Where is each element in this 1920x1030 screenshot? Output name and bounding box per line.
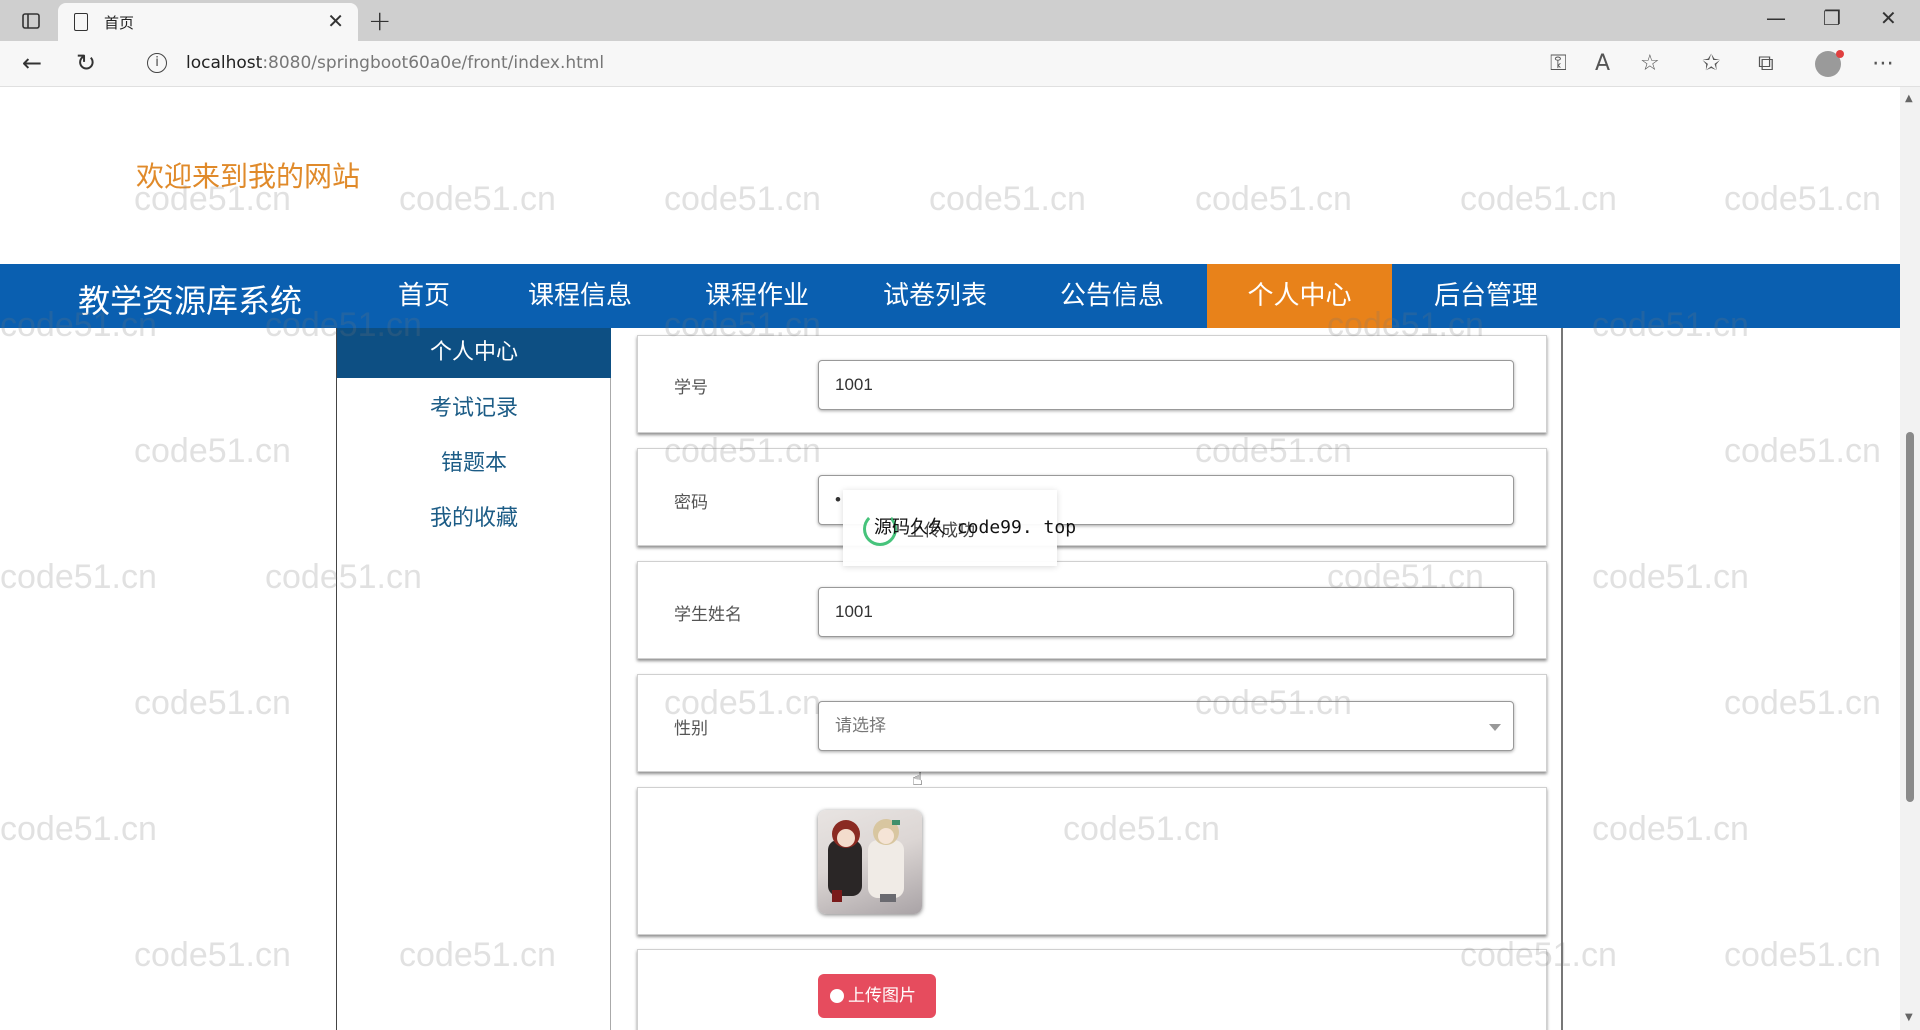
url-host: localhost — [186, 53, 263, 73]
restore-icon[interactable]: ❐ — [1823, 6, 1841, 30]
name-input[interactable]: 1001 — [818, 587, 1514, 637]
form-row-password: 密码 • — [637, 448, 1547, 546]
watermark: code51.cn — [0, 87, 157, 95]
tab-actions-icon[interactable] — [14, 8, 48, 34]
watermark: code51.cn — [1195, 180, 1352, 218]
tab-title: 首页 — [104, 14, 135, 32]
favorites-icon[interactable]: ✩ — [1702, 51, 1720, 76]
watermark-overlay-text: 源码久久 code99. top — [874, 517, 1077, 538]
watermark: code51.cn — [1063, 87, 1220, 95]
nav-personal-center[interactable]: 个人中心 — [1207, 264, 1392, 328]
back-icon[interactable]: ← — [22, 49, 42, 77]
watermark: code51.cn — [1724, 684, 1881, 722]
nav-assignments[interactable]: 课程作业 — [697, 264, 817, 328]
scroll-down-icon[interactable]: ▼ — [1905, 1012, 1913, 1023]
site-info-icon[interactable]: i — [147, 53, 167, 73]
close-tab-icon[interactable]: ✕ — [327, 9, 344, 33]
nav-courses[interactable]: 课程信息 — [520, 264, 640, 328]
watermark: code51.cn — [134, 432, 291, 470]
watermark: code51.cn — [1592, 810, 1749, 848]
chevron-down-icon — [1489, 724, 1501, 731]
watermark: code51.cn — [134, 936, 291, 974]
collections-icon[interactable]: ⧉ — [1758, 51, 1774, 76]
form-row-name: 学生姓名 1001 — [637, 561, 1547, 659]
watermark: code51.cn — [1724, 432, 1881, 470]
sidebar-item-wrong-questions[interactable]: 错题本 — [337, 445, 611, 477]
gender-select-value: 请选择 — [835, 716, 886, 735]
watermark: code51.cn — [265, 87, 422, 95]
form-row-gender: 性别 请选择 — [637, 674, 1547, 772]
site-title: 教学资源库系统 — [78, 282, 303, 320]
scroll-up-icon[interactable]: ▲ — [1905, 93, 1913, 104]
watermark: code51.cn — [134, 684, 291, 722]
sidebar-item-exam-records[interactable]: 考试记录 — [337, 390, 611, 422]
student-no-label: 学号 — [674, 378, 708, 398]
nav-home[interactable]: 首页 — [380, 264, 468, 328]
more-icon[interactable]: ⋯ — [1872, 51, 1894, 76]
form-row-upload: 上传图片 — [637, 949, 1547, 1030]
page-scrollbar[interactable]: ▲ ▼ — [1900, 87, 1920, 1030]
watermark: code51.cn — [399, 180, 556, 218]
address-bar: ← ↻ i localhost:8080/springboot60a0e/fro… — [0, 41, 1920, 87]
gender-label: 性别 — [674, 719, 708, 739]
welcome-text: 欢迎来到我的网站 — [136, 160, 361, 193]
profile-badge — [1836, 50, 1844, 58]
add-favorite-icon[interactable]: ☆ — [1640, 51, 1660, 76]
watermark: code51.cn — [1724, 936, 1881, 974]
upload-image-button[interactable]: 上传图片 — [818, 974, 936, 1018]
watermark: code51.cn — [0, 810, 157, 848]
page-icon — [74, 13, 88, 31]
new-tab-button[interactable]: + — [368, 4, 391, 37]
browser-tab[interactable]: 首页 ✕ — [58, 3, 358, 41]
nav-exams[interactable]: 试卷列表 — [875, 264, 995, 328]
form-row-student-no: 学号 1001 — [637, 335, 1547, 433]
cloud-upload-icon — [830, 989, 844, 1003]
close-window-icon[interactable]: ✕ — [1880, 6, 1897, 30]
watermark: code51.cn — [1592, 558, 1749, 596]
read-aloud-icon[interactable]: A — [1595, 51, 1610, 76]
form-row-avatar — [637, 787, 1547, 935]
key-icon[interactable]: ⚿ — [1550, 51, 1567, 76]
upload-button-label: 上传图片 — [848, 986, 916, 1006]
student-no-input[interactable]: 1001 — [818, 360, 1514, 410]
url-field[interactable]: localhost:8080/springboot60a0e/front/ind… — [186, 53, 604, 73]
gender-select[interactable]: 请选择 — [818, 701, 1514, 751]
watermark: code51.cn — [1460, 180, 1617, 218]
avatar — [818, 810, 922, 914]
watermark: code51.cn — [532, 87, 689, 95]
hand-cursor-icon: ☝ — [912, 769, 923, 790]
name-label: 学生姓名 — [674, 605, 742, 625]
sidebar: 个人中心 考试记录 错题本 我的收藏 — [336, 328, 611, 1030]
minimize-icon[interactable]: — — [1766, 6, 1786, 30]
watermark: code51.cn — [664, 180, 821, 218]
browser-tab-bar: 首页 ✕ + — ❐ ✕ — [0, 0, 1920, 41]
main-nav: 教学资源库系统 首页 课程信息 课程作业 试卷列表 公告信息 个人中心 后台管理 — [0, 264, 1900, 328]
nav-admin[interactable]: 后台管理 — [1426, 264, 1546, 328]
url-path: :8080/springboot60a0e/front/index.html — [262, 53, 605, 73]
scroll-thumb[interactable] — [1906, 432, 1914, 802]
password-label: 密码 — [674, 493, 708, 513]
nav-notices[interactable]: 公告信息 — [1052, 264, 1172, 328]
watermark: code51.cn — [1724, 180, 1881, 218]
refresh-icon[interactable]: ↻ — [76, 49, 96, 77]
watermark: code51.cn — [0, 558, 157, 596]
watermark: code51.cn — [1327, 87, 1484, 95]
sidebar-item-favorites[interactable]: 我的收藏 — [337, 500, 611, 532]
profile-form: 学号 1001 密码 • 学生姓名 1001 性别 请选择 上传图片 — [611, 328, 1563, 1030]
sidebar-item-personal-center[interactable]: 个人中心 — [337, 328, 611, 378]
watermark: code51.cn — [929, 180, 1086, 218]
